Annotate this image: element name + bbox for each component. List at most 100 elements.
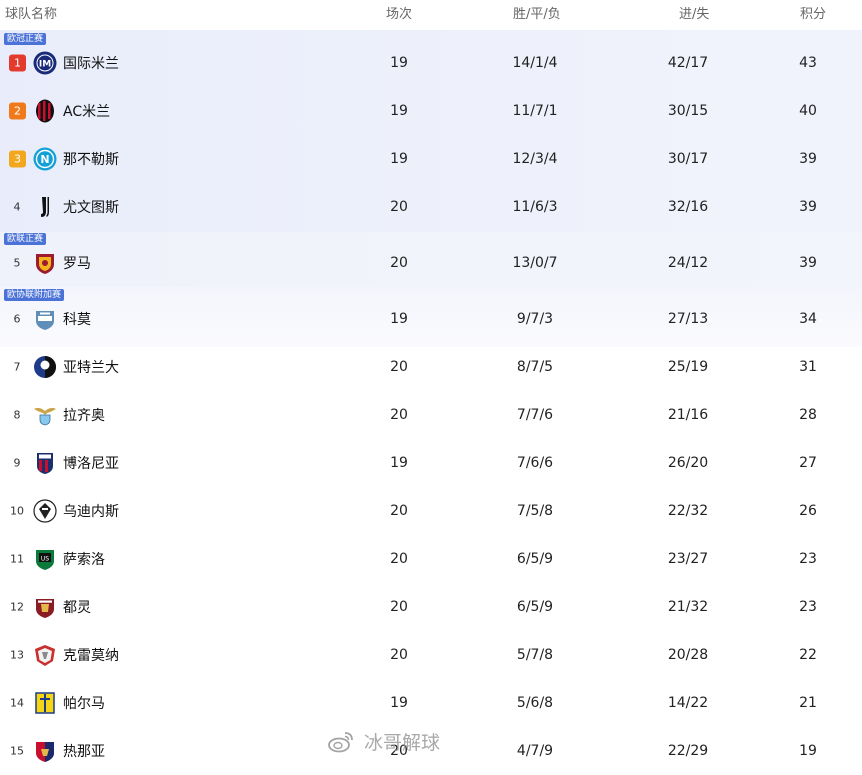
table-row[interactable]: 9 博洛尼亚 19 7/6/6 26/20 27	[0, 439, 862, 487]
points-cell: 28	[799, 407, 817, 423]
played-cell: 20	[390, 407, 408, 423]
played-cell: 19	[390, 151, 408, 167]
rank-number: 10	[10, 504, 24, 518]
team-name[interactable]: 都灵	[63, 597, 91, 617]
played-cell: 20	[390, 599, 408, 615]
goals-cell: 30/15	[667, 103, 709, 119]
table-row[interactable]: 5 罗马 20 13/0/7 24/12 39	[0, 239, 862, 287]
points-cell: 31	[799, 359, 817, 375]
points-cell: 23	[799, 551, 817, 567]
rank-number: 15	[10, 744, 24, 758]
team-name[interactable]: 萨索洛	[63, 549, 105, 569]
wdl-cell: 5/7/8	[516, 647, 554, 663]
goals-cell: 25/19	[667, 359, 709, 375]
table-row[interactable]: 12 都灵 20 6/5/9 21/32 23	[0, 583, 862, 631]
table-row[interactable]: 6 科莫 19 9/7/3 27/13 34	[0, 295, 862, 343]
table-row[interactable]: 14 帕尔马 19 5/6/8 14/22 21	[0, 679, 862, 727]
goals-cell: 24/12	[667, 255, 709, 271]
goals-cell: 23/27	[667, 551, 709, 567]
header-goals: 进/失	[679, 7, 710, 22]
wdl-cell: 6/5/9	[516, 599, 554, 615]
svg-text:N: N	[40, 153, 49, 166]
bologna-logo-icon	[37, 453, 53, 474]
team-name[interactable]: 热那亚	[63, 741, 105, 761]
wdl-cell: 9/7/3	[516, 311, 554, 327]
rank-number: 12	[10, 600, 24, 614]
table-row[interactable]: 1 IM 国际米兰 19 14/1/4 42/17 43	[0, 39, 862, 87]
goals-cell: 21/16	[667, 407, 709, 423]
points-cell: 27	[799, 455, 817, 471]
lazio-logo-icon	[34, 407, 56, 426]
played-cell: 19	[390, 455, 408, 471]
table-row[interactable]: 2 AC米兰 19 11/7/1 30/15 40	[0, 87, 862, 135]
rank-number: 9	[13, 456, 21, 470]
played-cell: 20	[390, 551, 408, 567]
table-row[interactable]: 7 亚特兰大 20 8/7/5 25/19 31	[0, 343, 862, 391]
team-name[interactable]: 国际米兰	[63, 53, 119, 73]
table-row[interactable]: 10 乌迪内斯 20 7/5/8 22/32 26	[0, 487, 862, 535]
wdl-cell: 6/5/9	[516, 551, 554, 567]
goals-cell: 42/17	[667, 55, 709, 71]
rank-badge: 3	[9, 150, 26, 168]
rank-number: 13	[10, 648, 24, 662]
played-cell: 19	[390, 103, 408, 119]
goals-cell: 27/13	[667, 311, 709, 327]
team-name[interactable]: 拉齐奥	[63, 405, 105, 425]
juventus-logo-icon	[41, 197, 49, 217]
zone-label-uel: 欧联正赛	[4, 233, 47, 245]
wdl-cell: 7/6/6	[516, 455, 554, 471]
wdl-cell: 12/3/4	[512, 151, 558, 167]
table-row[interactable]: 3 N 那不勒斯 19 12/3/4 30/17 39	[0, 135, 862, 183]
header-points: 积分	[800, 7, 827, 22]
cremonese-logo-icon	[35, 645, 55, 666]
rank-number: 8	[13, 408, 21, 422]
points-cell: 26	[799, 503, 817, 519]
goals-cell: 14/22	[667, 695, 709, 711]
points-cell: 43	[799, 55, 817, 71]
table-row[interactable]: 13 克雷莫纳 20 5/7/8 20/28 22	[0, 631, 862, 679]
watermark-text: 冰哥解球	[364, 732, 441, 754]
table-row[interactable]: 4 尤文图斯 20 11/6/3 32/16 39	[0, 183, 862, 231]
ac-milan-logo-icon	[36, 99, 54, 123]
team-name[interactable]: 乌迪内斯	[63, 501, 119, 521]
played-cell: 19	[390, 55, 408, 71]
goals-cell: 21/32	[667, 599, 709, 615]
watermark: 冰哥解球	[328, 728, 440, 758]
wdl-cell: 7/5/8	[516, 503, 554, 519]
goals-cell: 20/28	[667, 647, 709, 663]
played-cell: 19	[390, 311, 408, 327]
team-name[interactable]: 科莫	[63, 309, 91, 329]
team-name[interactable]: 博洛尼亚	[63, 453, 119, 473]
table-row[interactable]: 8 拉齐奥 20 7/7/6 21/16 28	[0, 391, 862, 439]
rank-number: 7	[13, 360, 21, 374]
team-name[interactable]: 尤文图斯	[63, 197, 119, 217]
inter-logo-icon: IM	[33, 51, 57, 75]
wdl-cell: 5/6/8	[516, 695, 554, 711]
points-cell: 39	[799, 151, 817, 167]
played-cell: 20	[390, 647, 408, 663]
table-row[interactable]: 11 US 萨索洛 20 6/5/9 23/27 23	[0, 535, 862, 583]
team-name[interactable]: 克雷莫纳	[63, 645, 119, 665]
goals-cell: 22/29	[667, 743, 709, 759]
como-logo-icon	[36, 311, 54, 330]
team-name[interactable]: 罗马	[63, 253, 91, 273]
team-name[interactable]: AC米兰	[63, 101, 110, 121]
goals-cell: 30/17	[667, 151, 709, 167]
wdl-cell: 13/0/7	[512, 255, 558, 271]
header-wdl: 胜/平/负	[513, 7, 561, 22]
played-cell: 20	[390, 199, 408, 215]
table-header: 球队名称 场次 胜/平/负 进/失 积分	[0, 0, 862, 30]
weibo-logo-icon	[328, 731, 353, 752]
points-cell: 40	[799, 103, 817, 119]
points-cell: 34	[799, 311, 817, 327]
team-name[interactable]: 那不勒斯	[63, 149, 119, 169]
team-name[interactable]: 帕尔马	[63, 693, 105, 713]
played-cell: 20	[390, 503, 408, 519]
wdl-cell: 8/7/5	[516, 359, 554, 375]
roma-logo-icon	[36, 254, 54, 274]
team-name[interactable]: 亚特兰大	[63, 357, 119, 377]
svg-text:US: US	[41, 556, 49, 563]
rank-number: 4	[13, 200, 21, 214]
header-team: 球队名称	[5, 7, 58, 22]
points-cell: 23	[799, 599, 817, 615]
